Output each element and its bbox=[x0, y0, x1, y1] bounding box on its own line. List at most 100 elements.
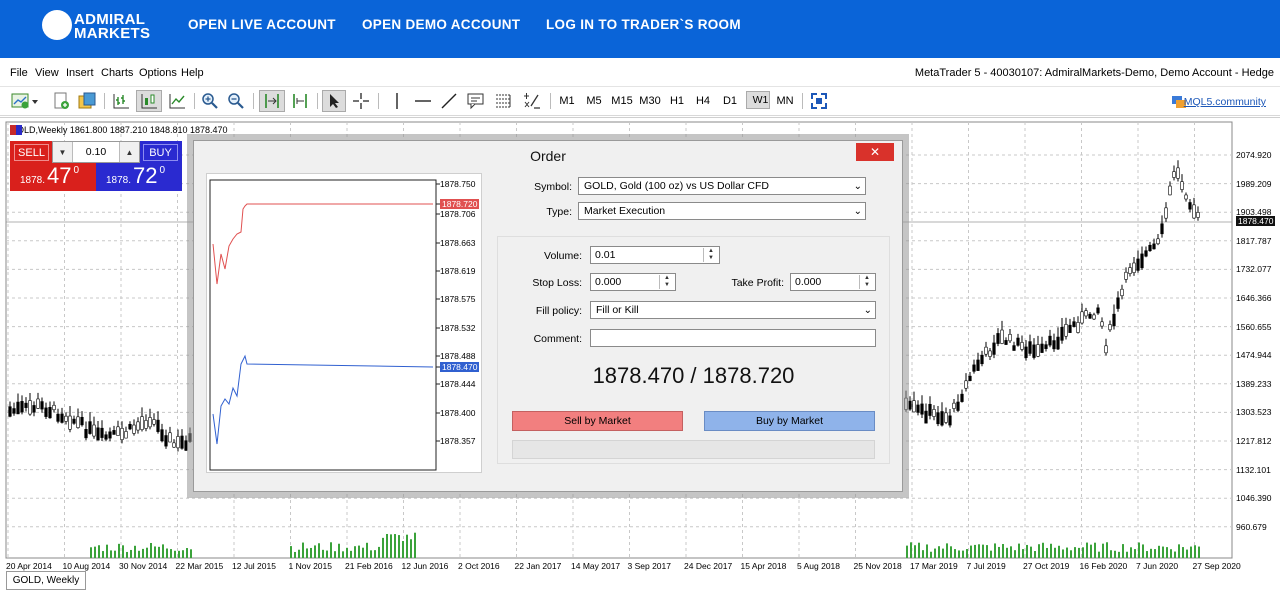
candle-body bbox=[1176, 167, 1180, 179]
tick-price-label: 1878.400 bbox=[440, 408, 476, 418]
volume-bar bbox=[1098, 551, 1100, 558]
tick-price-label: 1878.470 bbox=[440, 362, 480, 372]
sell-by-market-button[interactable]: Sell by Market bbox=[512, 411, 683, 431]
volume-bar bbox=[1090, 544, 1092, 558]
fill-policy-select[interactable]: Fill or Kill ⌄ bbox=[590, 301, 876, 319]
quick-volume-field[interactable]: ▼ 0.10 ▲ bbox=[52, 141, 140, 163]
candle-body bbox=[904, 397, 908, 410]
volume-bar bbox=[350, 550, 352, 558]
line-chart-button[interactable] bbox=[166, 90, 188, 112]
time-tick-label: 22 Mar 2015 bbox=[175, 561, 224, 571]
timeframe-m1[interactable]: M1 bbox=[555, 91, 579, 111]
traders-room-login-link[interactable]: LOG IN TO TRADER`S ROOM bbox=[546, 17, 741, 32]
candle-body bbox=[1192, 204, 1196, 219]
fullscreen-icon bbox=[811, 93, 827, 109]
profiles-icon bbox=[54, 92, 69, 109]
volume-bar bbox=[1190, 546, 1192, 558]
objects-button[interactable] bbox=[520, 90, 544, 112]
fibonacci-button[interactable] bbox=[492, 90, 516, 112]
candle-body bbox=[1124, 271, 1128, 280]
cursor-tool-button[interactable] bbox=[322, 90, 346, 112]
take-profit-spinner-icon[interactable]: ▲ ▼ bbox=[859, 275, 874, 289]
timeframe-m5[interactable]: M5 bbox=[582, 91, 606, 111]
candlestick-chart-button[interactable] bbox=[136, 90, 162, 112]
candle-body bbox=[996, 333, 1000, 344]
horizontal-line-icon bbox=[415, 100, 431, 102]
admiral-markets-logo[interactable]: ADMIRAL MARKETS bbox=[42, 10, 152, 44]
menu-file[interactable]: File bbox=[10, 67, 28, 79]
tick-price-label: 1878.720 bbox=[440, 199, 480, 209]
price-tick-label: 2074.920 bbox=[1236, 150, 1272, 160]
trendline-button[interactable] bbox=[438, 90, 460, 112]
timeframe-h1[interactable]: H1 bbox=[665, 91, 689, 111]
candle-body bbox=[1116, 297, 1120, 309]
order-type-select[interactable]: Market Execution ⌄ bbox=[578, 202, 866, 220]
volume-bar bbox=[1182, 547, 1184, 558]
volume-value: 0.01 bbox=[595, 249, 616, 261]
volume-bar bbox=[1038, 544, 1040, 558]
timeframe-h4[interactable]: H4 bbox=[691, 91, 715, 111]
chart-tab-gold-weekly[interactable]: GOLD, Weekly bbox=[6, 571, 86, 590]
candle-body bbox=[136, 421, 140, 431]
volume-decrease-icon[interactable]: ▼ bbox=[53, 142, 73, 162]
volume-bar bbox=[1110, 550, 1112, 558]
candle-body bbox=[1000, 329, 1004, 344]
profiles-button[interactable] bbox=[50, 90, 72, 112]
open-demo-account-link[interactable]: OPEN DEMO ACCOUNT bbox=[362, 17, 520, 32]
candle-body bbox=[912, 400, 916, 413]
zoom-in-button[interactable] bbox=[199, 90, 221, 112]
candle-body bbox=[124, 431, 128, 439]
auto-scroll-button[interactable] bbox=[259, 90, 285, 112]
dialog-close-icon[interactable]: ✕ bbox=[856, 143, 894, 161]
menu-help[interactable]: Help bbox=[181, 67, 204, 79]
volume-field[interactable]: 0.01 ▲ ▼ bbox=[590, 246, 720, 264]
menu-options[interactable]: Options bbox=[139, 67, 177, 79]
stop-loss-spinner-icon[interactable]: ▲ ▼ bbox=[659, 275, 674, 289]
time-tick-label: 27 Sep 2020 bbox=[1192, 561, 1241, 571]
timeframe-w1[interactable]: W1 bbox=[746, 91, 770, 109]
brand-name-line2: MARKETS bbox=[74, 25, 151, 42]
chart-shift-button[interactable] bbox=[289, 90, 311, 112]
mql5-community-link[interactable]: MQL5.community bbox=[1184, 96, 1266, 108]
time-tick-label: 16 Feb 2020 bbox=[1079, 561, 1128, 571]
vertical-line-button[interactable] bbox=[386, 90, 408, 112]
candle-body bbox=[40, 401, 44, 410]
menu-charts[interactable]: Charts bbox=[101, 67, 133, 79]
text-label-button[interactable] bbox=[464, 90, 488, 112]
comment-field[interactable] bbox=[590, 329, 876, 347]
volume-bar bbox=[1026, 544, 1028, 558]
volume-bar bbox=[166, 548, 168, 558]
volume-bar bbox=[358, 545, 360, 558]
menu-insert[interactable]: Insert bbox=[66, 67, 94, 79]
new-chart-button[interactable] bbox=[8, 90, 42, 112]
crosshair-tool-button[interactable] bbox=[350, 90, 372, 112]
bar-chart-button[interactable] bbox=[110, 90, 132, 112]
candlestick-icon bbox=[141, 94, 157, 109]
templates-button[interactable] bbox=[76, 90, 98, 112]
volume-increase-icon[interactable]: ▲ bbox=[119, 142, 139, 162]
timeframe-d1[interactable]: D1 bbox=[718, 91, 742, 111]
volume-spinner-icon[interactable]: ▲ ▼ bbox=[703, 248, 718, 262]
time-tick-label: 3 Sep 2017 bbox=[627, 561, 671, 571]
volume-bar bbox=[94, 546, 96, 558]
stop-loss-field[interactable]: 0.000 ▲ ▼ bbox=[590, 273, 676, 291]
candle-body bbox=[1052, 340, 1056, 350]
price-tick-label: 1303.523 bbox=[1236, 407, 1272, 418]
fullscreen-button[interactable] bbox=[808, 90, 830, 112]
horizontal-line-button[interactable] bbox=[412, 90, 434, 112]
candle-body bbox=[968, 375, 972, 381]
candle-body bbox=[164, 435, 168, 447]
volume-bar bbox=[1174, 551, 1176, 558]
timeframe-mn[interactable]: MN bbox=[773, 91, 797, 111]
volume-bar bbox=[178, 550, 180, 558]
candle-body bbox=[88, 421, 92, 434]
take-profit-field[interactable]: 0.000 ▲ ▼ bbox=[790, 273, 876, 291]
menu-view[interactable]: View bbox=[35, 67, 59, 79]
open-live-account-link[interactable]: OPEN LIVE ACCOUNT bbox=[188, 17, 336, 32]
zoom-out-button[interactable] bbox=[225, 90, 247, 112]
symbol-select[interactable]: GOLD, Gold (100 oz) vs US Dollar CFD ⌄ bbox=[578, 177, 866, 195]
candle-body bbox=[948, 415, 952, 426]
buy-by-market-button[interactable]: Buy by Market bbox=[704, 411, 875, 431]
timeframe-m15[interactable]: M15 bbox=[609, 91, 635, 111]
timeframe-m30[interactable]: M30 bbox=[637, 91, 663, 111]
